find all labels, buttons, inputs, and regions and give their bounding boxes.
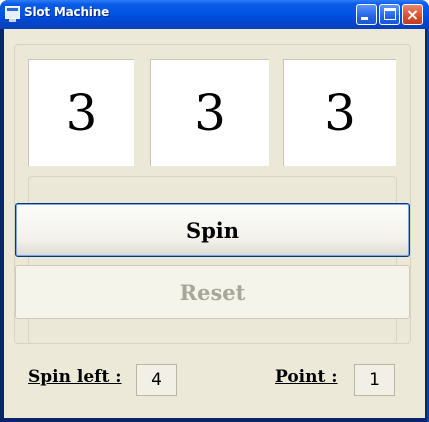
point-label: Point :: [275, 367, 338, 387]
window-title: Slot Machine: [24, 5, 110, 19]
minimize-icon: [361, 17, 368, 20]
reset-button[interactable]: Reset: [15, 265, 410, 319]
window-client-area: 3 3 3 Spin Reset Spin left : 4 Point : 1: [4, 29, 425, 418]
reel-2: 3: [150, 59, 269, 166]
title-bar[interactable]: Slot Machine ×: [0, 0, 429, 29]
spin-left-value: 4: [136, 364, 177, 396]
maximize-icon: [384, 8, 396, 20]
minimize-button[interactable]: [356, 4, 377, 25]
reel-3: 3: [283, 59, 396, 166]
app-window-icon: [5, 6, 20, 22]
point-value: 1: [354, 364, 395, 396]
maximize-button[interactable]: [379, 4, 400, 25]
spin-left-label: Spin left :: [28, 367, 122, 387]
reel-1: 3: [28, 59, 134, 166]
app-window: Slot Machine × 3 3 3 Spin Reset Spin lef…: [0, 0, 429, 422]
close-button[interactable]: ×: [402, 4, 423, 25]
spin-button[interactable]: Spin: [15, 203, 410, 257]
close-icon: ×: [405, 5, 420, 24]
